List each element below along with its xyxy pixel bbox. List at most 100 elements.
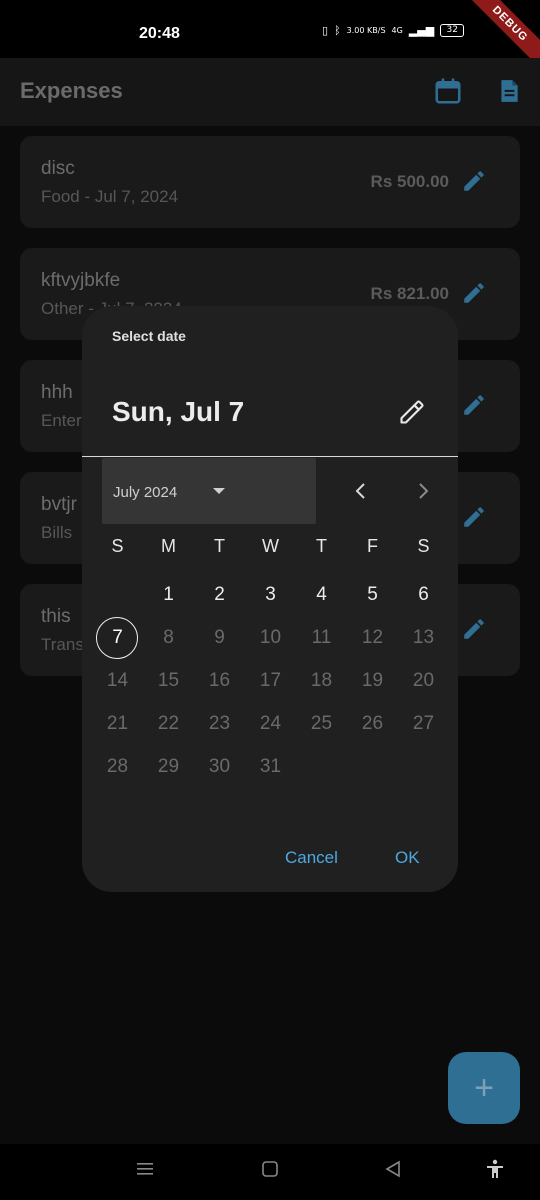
weekday-label: W	[262, 536, 279, 556]
expense-name: kftvyjbkfe	[41, 270, 121, 291]
calendar-day-number: 24	[259, 713, 282, 734]
back-icon[interactable]	[382, 1158, 404, 1180]
previous-month-icon[interactable]	[352, 482, 370, 500]
calendar-grid: 1 2 3 4 5 6 7 8 9 10 11 12 13 14 15 16 17 18 19 20 21 22 23 24 2…	[92, 573, 449, 788]
calendar-day-number: 8	[163, 627, 174, 648]
calendar-day-number: 5	[367, 584, 378, 605]
calendar-day: 9	[194, 616, 245, 659]
expense-name: hhh	[41, 382, 73, 403]
calendar-day-number: 21	[106, 713, 129, 734]
calendar-day: 25	[296, 702, 347, 745]
calendar-day: 21	[92, 702, 143, 745]
calendar-day-number: 17	[259, 670, 282, 691]
calendar-day: 11	[296, 616, 347, 659]
calendar-day: 8	[143, 616, 194, 659]
calendar-day-number: 29	[157, 756, 180, 777]
network-speed: 3.00 KB/S	[346, 26, 386, 35]
calendar-day-number: 3	[265, 584, 276, 605]
calendar-day[interactable]: 5	[347, 573, 398, 616]
edit-icon[interactable]	[461, 280, 487, 306]
weekday-header: SMTWTFS	[92, 536, 449, 558]
calendar-day: 20	[398, 659, 449, 702]
calendar-day: 31	[245, 745, 296, 788]
expense-meta: Trans	[41, 635, 84, 654]
calendar-day-number: 30	[208, 756, 231, 777]
calendar-day: 30	[194, 745, 245, 788]
calendar-day-number: 9	[214, 627, 225, 648]
weekday-label: M	[161, 536, 176, 556]
calendar-day: 12	[347, 616, 398, 659]
calendar-day: 13	[398, 616, 449, 659]
edit-icon[interactable]	[461, 504, 487, 530]
calendar-day[interactable]: 6	[398, 573, 449, 616]
expense-name: disc	[41, 158, 75, 179]
calendar-day-number: 23	[208, 713, 231, 734]
menu-icon[interactable]	[134, 1158, 156, 1180]
calendar-icon[interactable]	[433, 76, 463, 106]
calendar-day-number: 11	[311, 627, 332, 648]
home-icon[interactable]	[259, 1158, 281, 1180]
calendar-day: 27	[398, 702, 449, 745]
edit-icon[interactable]	[461, 616, 487, 642]
calendar-day-number: 27	[412, 713, 435, 734]
calendar-day: 15	[143, 659, 194, 702]
add-expense-button[interactable]: +	[448, 1052, 520, 1124]
bluetooth-icon: ᛒ	[334, 24, 341, 37]
signal-icon: ▂▄▆	[408, 24, 435, 37]
calendar-day-number: 20	[412, 670, 435, 691]
calendar-day-number: 18	[310, 670, 333, 691]
edit-icon[interactable]	[461, 392, 487, 418]
weekday-label: F	[367, 536, 378, 556]
calendar-day-number: 12	[361, 627, 384, 648]
calendar-day-number: 2	[214, 584, 225, 605]
battery-icon: 32	[440, 24, 465, 37]
date-picker-dialog: Select date Sun, Jul 7 July 2024 S M T W T F S…	[82, 306, 458, 892]
calendar-day-number: 16	[208, 670, 231, 691]
status-bar: 20:48 ▯ ᛒ 3.00 KB/S 4G ▂▄▆ 32 DEBUG	[0, 0, 540, 74]
ok-button[interactable]: OK	[395, 848, 420, 868]
app-bar: Expenses	[0, 58, 540, 126]
month-year-label: July 2024	[113, 484, 178, 501]
expense-name: bvtjr	[41, 494, 77, 515]
calendar-day-number: 15	[157, 670, 180, 691]
cancel-button[interactable]: Cancel	[285, 848, 338, 868]
calendar-day: 16	[194, 659, 245, 702]
calendar-day: 18	[296, 659, 347, 702]
calendar-day-number: 1	[163, 584, 174, 605]
month-year-selector[interactable]: July 2024	[102, 458, 316, 524]
plus-icon: +	[474, 1068, 494, 1107]
weekday-label: S	[111, 536, 124, 556]
calendar-day-selected[interactable]: 7	[92, 616, 143, 659]
dialog-help-text: Select date	[112, 328, 186, 344]
calendar-day: 10	[245, 616, 296, 659]
system-nav-bar	[0, 1144, 540, 1200]
dropdown-arrow-icon	[213, 488, 225, 494]
calendar-day-number: 22	[157, 713, 180, 734]
page-title: Expenses	[20, 78, 123, 103]
edit-icon[interactable]	[461, 168, 487, 194]
calendar-day-number: 14	[106, 670, 129, 691]
calendar-day: 19	[347, 659, 398, 702]
expense-amount: Rs 500.00	[370, 172, 449, 191]
calendar-day[interactable]: 1	[143, 573, 194, 616]
next-month-icon[interactable]	[414, 482, 432, 500]
calendar-day: 17	[245, 659, 296, 702]
edit-mode-icon[interactable]	[398, 398, 426, 426]
calendar-day-number: 7	[112, 627, 123, 648]
calendar-day[interactable]: 2	[194, 573, 245, 616]
calendar-day: 23	[194, 702, 245, 745]
expense-card[interactable]: disc Food - Jul 7, 2024 Rs 500.00	[20, 136, 520, 228]
document-icon[interactable]	[496, 78, 522, 104]
expense-meta: Bills	[41, 523, 73, 542]
vibrate-icon: ▯	[322, 24, 329, 37]
header-divider	[82, 456, 458, 457]
calendar-day[interactable]: 3	[245, 573, 296, 616]
calendar-day-number: 19	[361, 670, 384, 691]
accessibility-icon[interactable]	[484, 1158, 506, 1180]
weekday-label: S	[417, 536, 430, 556]
calendar-day[interactable]: 4	[296, 573, 347, 616]
calendar-day-number: 31	[259, 756, 282, 777]
selected-date-headline: Sun, Jul 7	[112, 396, 245, 427]
calendar-day-number: 4	[316, 584, 327, 605]
weekday-label: T	[316, 536, 327, 556]
